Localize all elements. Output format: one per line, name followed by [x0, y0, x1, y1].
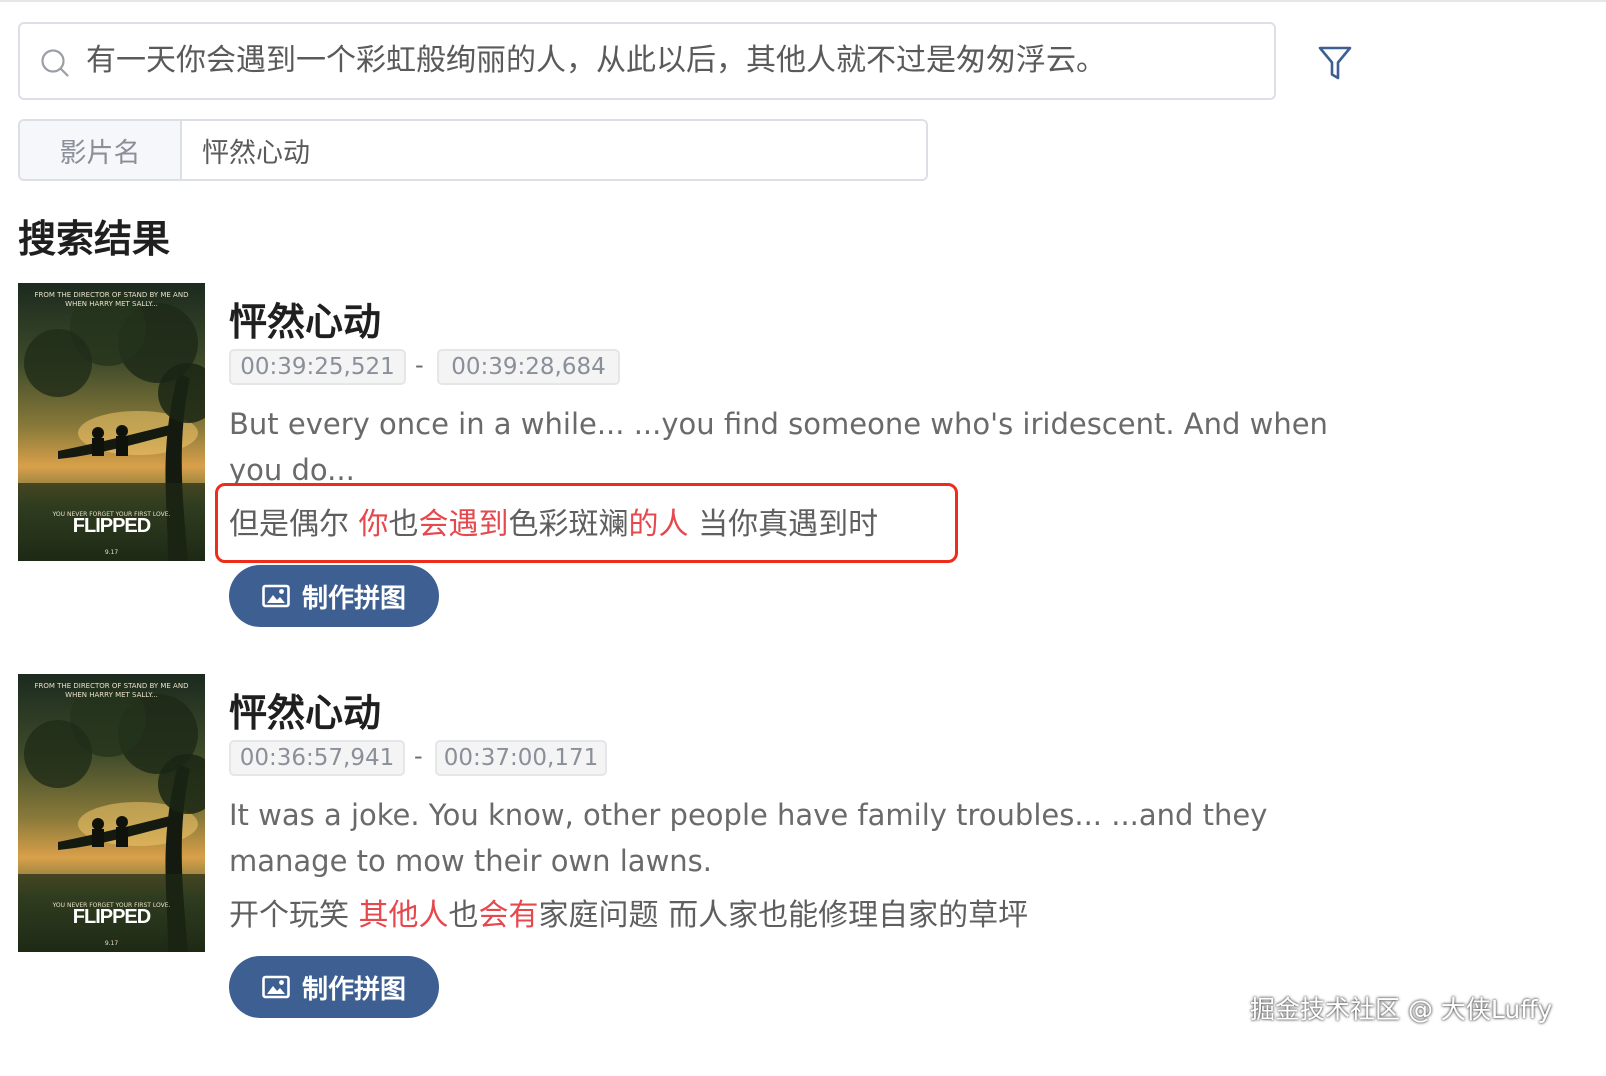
movie-poster: FROM THE DIRECTOR OF STAND BY ME AND WHE…: [18, 674, 205, 952]
highlighted-match: 其他人: [358, 898, 449, 933]
watermark: 掘金技术社区 @ 大侠Luffy: [1250, 995, 1553, 1024]
image-icon: [262, 975, 290, 999]
make-collage-label: 制作拼图: [301, 974, 406, 1005]
movie-title[interactable]: 怦然心动: [229, 682, 381, 737]
movie-title-filter-label: 影片名: [20, 121, 182, 179]
movie-poster: FROM THE DIRECTOR OF STAND BY ME AND WHE…: [18, 283, 205, 561]
results-heading: 搜索结果: [18, 217, 171, 261]
poster-date: 9.17: [104, 549, 119, 556]
end-timecode: 00:37:00,171: [435, 740, 607, 776]
movie-title-input[interactable]: [182, 121, 926, 179]
end-timecode: 00:39:28,684: [437, 349, 620, 385]
make-collage-button[interactable]: 制作拼图: [229, 956, 439, 1018]
annotation-highlight-box: [215, 483, 958, 563]
filter-icon[interactable]: [1317, 44, 1353, 82]
subtitle-text: 家庭问题 而人家也能修理自家的草坪: [538, 898, 1029, 933]
poster-top-text: FROM THE DIRECTOR OF STAND BY ME AND WHE…: [34, 682, 189, 699]
search-input[interactable]: [86, 24, 1256, 98]
top-divider: [0, 0, 1606, 2]
poster-top-text: FROM THE DIRECTOR OF STAND BY ME AND WHE…: [34, 291, 189, 308]
make-collage-label: 制作拼图: [301, 583, 406, 614]
chinese-subtitle: 开个玩笑 其他人也会有家庭问题 而人家也能修理自家的草坪: [229, 896, 1028, 936]
search-box[interactable]: [18, 22, 1276, 100]
time-separator: -: [415, 351, 424, 379]
start-timecode: 00:36:57,941: [229, 740, 405, 776]
subtitle-text: 开个玩笑: [229, 898, 359, 933]
highlighted-match: 会有: [478, 898, 539, 933]
search-icon: [41, 49, 69, 77]
start-timecode: 00:39:25,521: [229, 349, 406, 385]
english-subtitle: It was a joke. You know, other people ha…: [229, 798, 1268, 878]
poster-title: FLIPPED: [72, 515, 151, 537]
poster-title: FLIPPED: [72, 906, 151, 928]
subtitle-text: 也: [448, 898, 479, 933]
make-collage-button[interactable]: 制作拼图: [229, 565, 439, 627]
poster-date: 9.17: [104, 940, 119, 947]
image-icon: [262, 584, 290, 608]
time-separator: -: [414, 742, 423, 770]
movie-title[interactable]: 怦然心动: [229, 291, 381, 346]
movie-title-filter[interactable]: 影片名: [18, 119, 928, 181]
english-subtitle: But every once in a while... ...you find…: [229, 407, 1328, 487]
